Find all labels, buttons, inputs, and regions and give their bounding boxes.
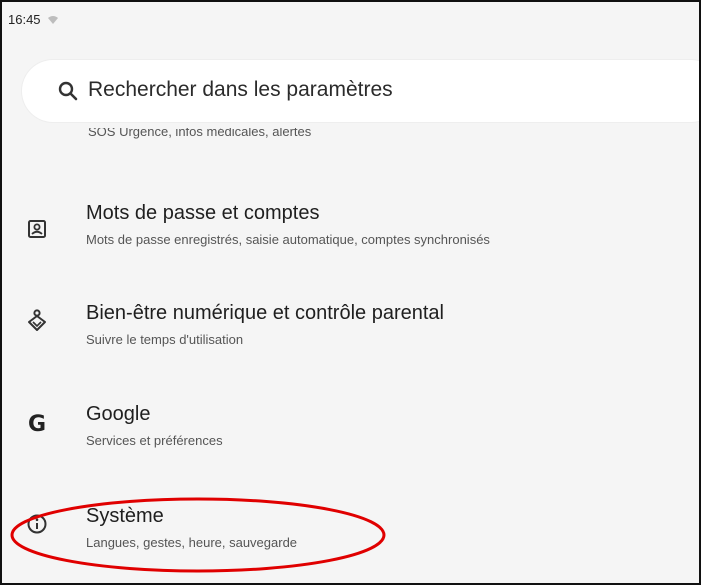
item-title: Google [86,403,151,425]
item-title: Système [86,505,164,527]
search-bar[interactable]: Rechercher dans les paramètres [22,60,699,122]
item-subtitle: Mots de passe enregistrés, saisie automa… [86,232,490,247]
item-subtitle: Langues, gestes, heure, sauvegarde [86,535,298,550]
account-box-icon [24,216,50,242]
settings-item-digital-wellbeing[interactable]: Bien-être numérique et contrôle parental… [2,294,699,374]
google-g-glyph: G [27,411,47,437]
digital-wellbeing-icon [24,308,50,334]
settings-item-google[interactable]: G Google Services et préférences [2,395,699,475]
item-subtitle: Services et préférences [86,433,223,448]
search-input[interactable]: Rechercher dans les paramètres [88,78,393,102]
status-time: 16:45 [8,12,41,27]
wifi-icon [47,15,58,24]
item-title: Bien-être numérique et contrôle parental [86,302,444,324]
settings-item-system[interactable]: Système Langues, gestes, heure, sauvegar… [2,497,699,577]
partial-item-subtitle: SOS Urgence, infos médicales, alertes [88,128,312,139]
item-subtitle: Suivre le temps d'utilisation [86,332,244,347]
item-title: Mots de passe et comptes [86,202,320,224]
status-bar: 16:45 [8,12,59,27]
info-icon [24,511,50,537]
google-icon: G [24,411,50,437]
settings-screen: 16:45 Rechercher dans les paramètres SOS… [0,0,701,585]
search-icon [58,81,78,101]
settings-item-passwords-accounts[interactable]: Mots de passe et comptes Mots de passe e… [2,192,699,272]
